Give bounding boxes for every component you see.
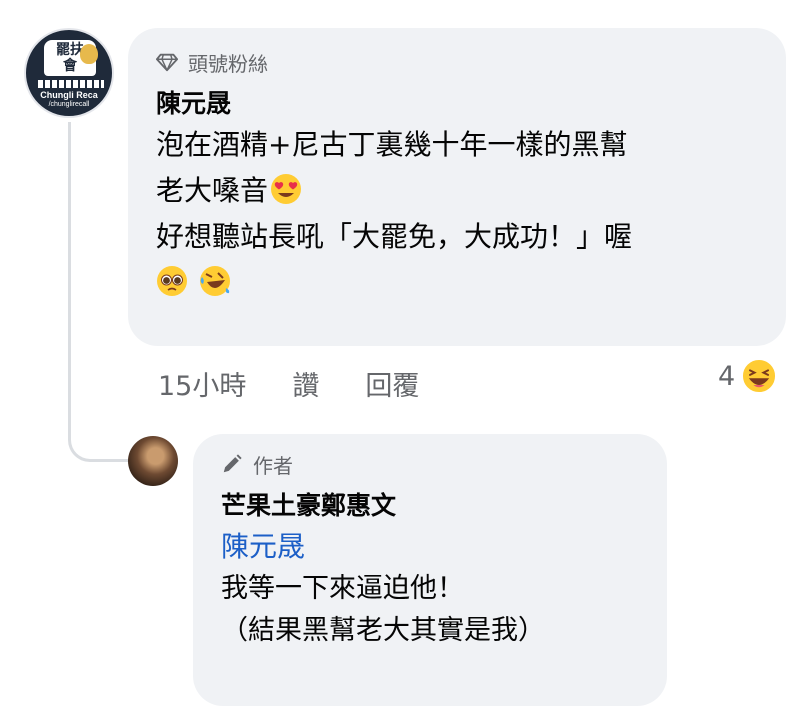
reply-text-line-2: （結果黑幫老大其實是我）	[221, 615, 545, 646]
rolling-laughing-emoji	[199, 266, 230, 296]
comment-thread: 罷扶會 Chungli Reca /chunglirecall 頭號粉絲 陳元晟…	[0, 0, 800, 716]
mention-link[interactable]: 陳元晟	[221, 526, 639, 568]
comment-actions: 15小時 讚 回覆	[158, 364, 419, 403]
reaction-count: 4	[718, 360, 736, 392]
reply-button[interactable]: 回覆	[365, 364, 419, 403]
reaction-summary[interactable]: 4	[718, 358, 777, 394]
page-logo-face	[80, 44, 98, 64]
page-logo-name: Chungli Reca	[40, 90, 98, 100]
diamond-icon	[156, 53, 178, 72]
comment-text-line-3: 好想聽站長吼「大罷免，大成功！」喔	[156, 220, 633, 253]
pleading-emoji	[157, 266, 187, 296]
avatar[interactable]	[128, 436, 178, 486]
reply-bubble: 作者 芒果土豪鄭惠文 陳元晟 我等一下來逼迫他！ （結果黑幫老大其實是我）	[193, 434, 667, 706]
pencil-icon	[223, 454, 242, 473]
badge-label: 作者	[253, 453, 293, 478]
thread-connector-line	[68, 122, 130, 462]
heart-eyes-emoji	[271, 174, 302, 204]
comment-text-line-1: 泡在酒精+尼古丁裏幾十年一樣的黑幫	[156, 128, 628, 161]
comment-timestamp[interactable]: 15小時	[158, 364, 246, 403]
reply-author[interactable]: 芒果土豪鄭惠文	[221, 488, 639, 524]
comment-text-line-2: 老大嗓音	[156, 168, 758, 214]
comment-author[interactable]: 陳元晟	[156, 86, 758, 122]
page-logo-handle: /chunglirecall	[48, 101, 90, 108]
like-button[interactable]: 讚	[292, 364, 319, 403]
top-fan-badge: 頭號粉絲	[156, 48, 758, 76]
page-logo-strip	[38, 80, 104, 88]
comment-bubble: 頭號粉絲 陳元晟 泡在酒精+尼古丁裏幾十年一樣的黑幫 老大嗓音 好想聽站長吼「大…	[128, 28, 786, 346]
avatar[interactable]: 罷扶會 Chungli Reca /chunglirecall	[24, 28, 114, 118]
badge-label: 頭號粉絲	[188, 51, 268, 76]
haha-emoji	[741, 358, 777, 394]
reply-text-line-1: 我等一下來逼迫他！	[221, 573, 464, 604]
comment-emoji-line	[156, 260, 758, 306]
author-badge: 作者	[221, 450, 639, 478]
